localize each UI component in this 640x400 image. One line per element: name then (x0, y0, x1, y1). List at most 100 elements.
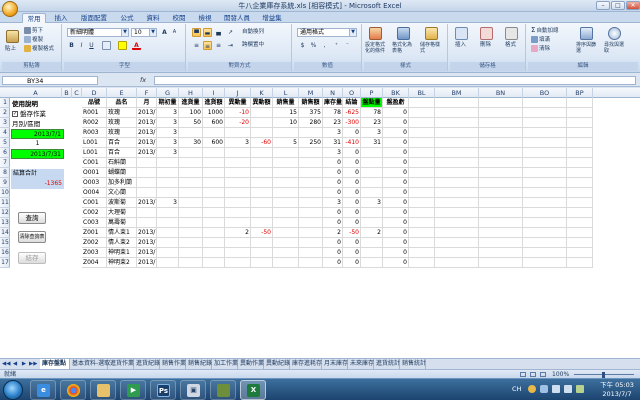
taskbar-app-ps[interactable]: Ps (150, 380, 176, 400)
grid-cell[interactable] (409, 168, 435, 178)
grid-cell[interactable] (435, 218, 479, 228)
grid-cell[interactable] (479, 118, 523, 128)
sheet-tab[interactable]: 未來庫存 (348, 359, 374, 369)
table-cell-result[interactable]: 0 (343, 248, 361, 258)
column-header[interactable]: P (361, 88, 383, 98)
date-start-cell[interactable]: 2013/7/1 (11, 129, 64, 139)
grid-cell[interactable] (567, 178, 593, 188)
table-cell-adj_qty[interactable]: 2 (225, 228, 251, 238)
normal-view-icon[interactable] (520, 372, 526, 377)
table-cell-sale_amt[interactable] (299, 168, 323, 178)
grid-cell[interactable] (567, 108, 593, 118)
table-cell-month[interactable]: 2013/7/1 (137, 148, 157, 158)
grid-cell[interactable] (435, 98, 479, 108)
table-cell-count[interactable]: 78 (361, 108, 383, 118)
table-cell-stock[interactable]: 31 (323, 138, 343, 148)
sheet-tab[interactable]: 加工作業 (212, 359, 238, 369)
table-cell-in_qty[interactable] (179, 198, 203, 208)
paste-button[interactable]: 貼上 (5, 46, 16, 53)
table-cell-count[interactable] (361, 238, 383, 248)
column-header[interactable]: I (203, 88, 225, 98)
font-name-select[interactable]: 新細明體 ▼ (67, 28, 129, 37)
table-cell-adj_qty[interactable]: -20 (225, 118, 251, 128)
currency-button[interactable]: $ (298, 41, 307, 50)
table-cell-in_amt[interactable] (203, 228, 225, 238)
grid-cell[interactable] (479, 128, 523, 138)
align-center-icon[interactable]: ≡ (203, 41, 212, 50)
align-bottom-icon[interactable]: ▄ (214, 28, 223, 37)
table-header-cell[interactable]: 庫存量 (323, 98, 343, 108)
table-cell-in_amt[interactable]: 600 (203, 118, 225, 128)
query-button[interactable]: 查詢 (18, 212, 46, 224)
column-header[interactable]: N (323, 88, 343, 98)
sheet-tab[interactable]: 進貨紀錄 (134, 359, 160, 369)
table-cell-adj_amt[interactable] (251, 108, 273, 118)
table-cell-code[interactable]: O001 (82, 168, 107, 178)
table-cell-adj_qty[interactable] (225, 178, 251, 188)
insert-cells-button[interactable]: 插入 (455, 42, 466, 49)
table-cell-begin[interactable] (157, 208, 179, 218)
grid-cell[interactable] (435, 238, 479, 248)
align-top-icon[interactable]: ▀ (192, 28, 201, 37)
table-cell-sale_qty[interactable] (273, 128, 299, 138)
tab-insert[interactable]: 插入 (50, 13, 72, 23)
grid-cell[interactable] (435, 208, 479, 218)
table-cell-month[interactable]: 2013/7/1 (137, 248, 157, 258)
table-cell-name[interactable]: 百合 (107, 138, 137, 148)
row-header[interactable]: 11 (0, 198, 10, 208)
table-header-cell[interactable]: 月 (137, 98, 157, 108)
table-cell-sale_qty[interactable]: 15 (273, 108, 299, 118)
table-cell-diff[interactable]: 0 (383, 168, 409, 178)
table-cell-count[interactable]: 3 (361, 198, 383, 208)
name-box[interactable]: BY34 (2, 76, 98, 85)
grid-cell[interactable] (567, 218, 593, 228)
row-header[interactable]: 8 (0, 168, 10, 178)
table-cell-begin[interactable]: 3 (157, 118, 179, 128)
table-cell-name[interactable]: 情人束1 (107, 228, 137, 238)
first-sheet-icon[interactable]: ◀◀ (2, 360, 10, 369)
taskbar-ie[interactable]: e (30, 380, 56, 400)
table-header-cell[interactable]: 異動量 (225, 98, 251, 108)
table-cell-stock[interactable]: 0 (323, 208, 343, 218)
table-cell-adj_amt[interactable] (251, 178, 273, 188)
tab-view[interactable]: 檢視 (194, 13, 216, 23)
table-cell-adj_amt[interactable] (251, 208, 273, 218)
table-cell-stock[interactable]: 3 (323, 148, 343, 158)
table-cell-result[interactable]: 0 (343, 238, 361, 248)
inventory-checkbox[interactable]: ✓ 盤存作業 (12, 109, 46, 119)
clock[interactable]: 下午 05:03 2013/7/7 (598, 381, 636, 399)
wrap-text-button[interactable]: 自動換列 (242, 29, 264, 36)
grid-cell[interactable] (409, 218, 435, 228)
table-cell-in_amt[interactable] (203, 168, 225, 178)
decrease-decimal-icon[interactable]: ⁻ (343, 41, 352, 50)
grow-font-button[interactable]: A (160, 28, 169, 37)
grid-cell[interactable] (523, 108, 567, 118)
table-header-cell[interactable]: 品號 (82, 98, 107, 108)
table-cell-sale_qty[interactable] (273, 258, 299, 268)
grid-cell[interactable] (567, 198, 593, 208)
column-header[interactable]: BK (383, 88, 409, 98)
table-cell-month[interactable] (137, 208, 157, 218)
table-cell-diff[interactable]: 0 (383, 118, 409, 128)
table-cell-begin[interactable] (157, 178, 179, 188)
table-cell-sale_qty[interactable] (273, 248, 299, 258)
column-header[interactable]: BO (523, 88, 567, 98)
table-cell-in_amt[interactable]: 600 (203, 138, 225, 148)
grid-cell[interactable] (567, 158, 593, 168)
sheet-tab[interactable]: 庫存盤點 (40, 359, 70, 369)
table-cell-sale_qty[interactable] (273, 208, 299, 218)
column-header[interactable]: B (62, 88, 72, 98)
copy-button[interactable]: 複製 (24, 36, 43, 44)
minimize-button[interactable]: – (596, 1, 610, 10)
table-cell-stock[interactable]: 23 (323, 118, 343, 128)
table-cell-diff[interactable]: 0 (383, 138, 409, 148)
table-cell-in_qty[interactable]: 100 (179, 108, 203, 118)
table-cell-adj_qty[interactable]: 3 (225, 138, 251, 148)
grid-cell[interactable] (409, 208, 435, 218)
tab-data[interactable]: 資料 (142, 13, 164, 23)
table-cell-code[interactable]: Z002 (82, 238, 107, 248)
table-cell-in_qty[interactable] (179, 218, 203, 228)
table-cell-in_qty[interactable] (179, 168, 203, 178)
taskbar-media[interactable]: ▶ (120, 380, 146, 400)
worksheet-grid[interactable]: A B C D E F G H I J K L M N O P BK BL BM BN BO BP 1 2 3 4 5 6 7 8 9 10… (0, 88, 640, 358)
